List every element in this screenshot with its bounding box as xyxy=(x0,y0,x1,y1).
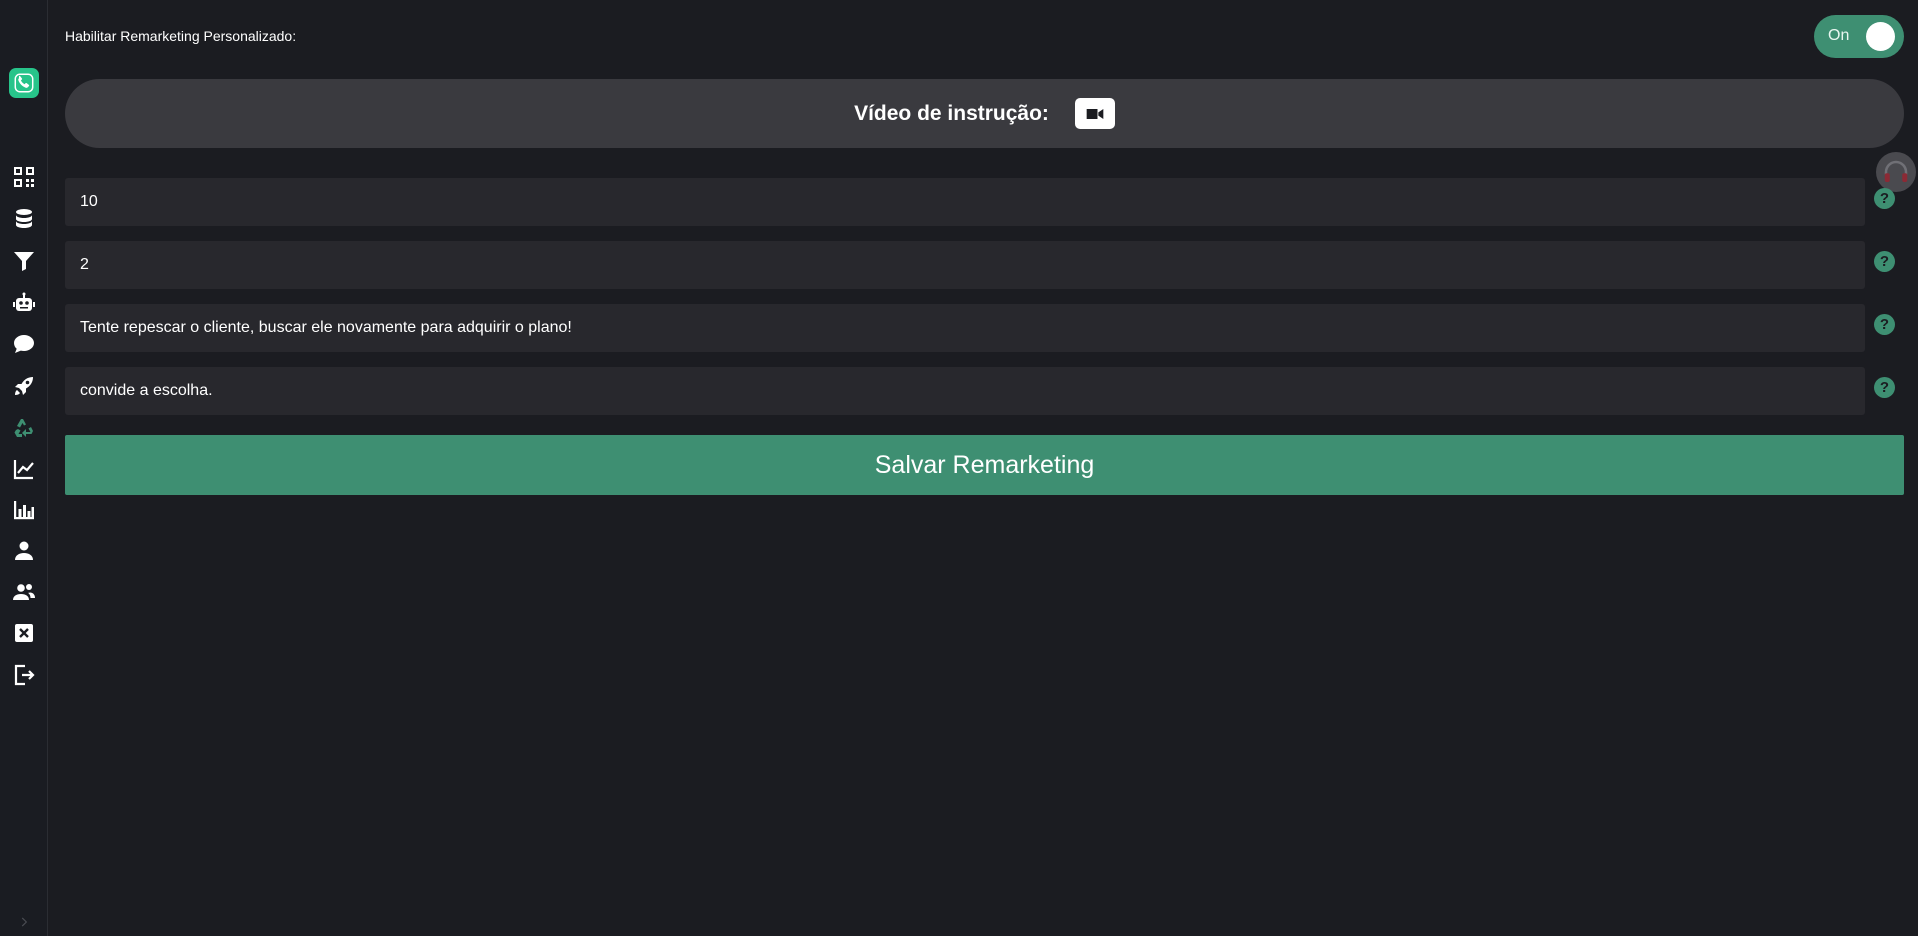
robot-icon[interactable] xyxy=(10,289,38,317)
remarketing-message-field[interactable] xyxy=(65,304,1865,352)
save-remarketing-button[interactable]: Salvar Remarketing xyxy=(65,435,1904,495)
help-icon[interactable]: ? xyxy=(1874,377,1895,398)
help-icon[interactable]: ? xyxy=(1874,314,1895,335)
logout-icon[interactable] xyxy=(10,661,38,689)
chevron-right-icon[interactable] xyxy=(14,912,34,932)
close-box-icon[interactable] xyxy=(10,619,38,647)
toggle-knob xyxy=(1866,22,1895,51)
remarketing-field-1[interactable] xyxy=(65,178,1865,226)
users-icon[interactable] xyxy=(10,578,38,606)
help-icon[interactable]: ? xyxy=(1874,251,1895,272)
chat-icon[interactable] xyxy=(10,330,38,358)
bar-chart-icon[interactable] xyxy=(10,496,38,524)
database-icon[interactable] xyxy=(10,205,38,233)
headset-support-icon[interactable] xyxy=(1876,152,1916,192)
rocket-icon[interactable] xyxy=(10,372,38,400)
remarketing-closing-field[interactable] xyxy=(65,367,1865,415)
remarketing-toggle-label: Habilitar Remarketing Personalizado: xyxy=(65,28,297,44)
video-instruction-title: Vídeo de instrução: xyxy=(854,101,1049,125)
whatsapp-logo-icon[interactable] xyxy=(9,68,39,98)
recycle-icon[interactable] xyxy=(10,414,38,442)
toggle-state-label: On xyxy=(1828,27,1850,44)
video-instruction-bar: Vídeo de instrução: xyxy=(65,79,1904,148)
remarketing-field-2[interactable] xyxy=(65,241,1865,289)
line-chart-icon[interactable] xyxy=(10,455,38,483)
sidebar xyxy=(0,0,48,936)
filter-icon[interactable] xyxy=(10,247,38,275)
help-icon[interactable]: ? xyxy=(1874,188,1895,209)
user-icon[interactable] xyxy=(10,537,38,565)
remarketing-toggle[interactable]: On xyxy=(1814,15,1904,58)
qrcode-icon[interactable] xyxy=(10,163,38,191)
video-camera-icon[interactable] xyxy=(1074,98,1115,129)
